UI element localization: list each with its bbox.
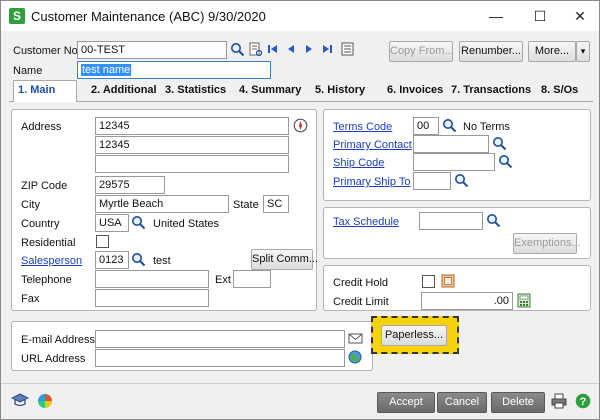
telephone-field[interactable] xyxy=(95,270,209,288)
tab-statistics[interactable]: 3. Statistics xyxy=(161,81,230,101)
customer-no-field[interactable]: 00-TEST xyxy=(77,41,227,59)
close-button[interactable]: ✕ xyxy=(563,5,597,27)
graduation-cap-icon[interactable] xyxy=(11,393,29,409)
delete-button[interactable]: Delete xyxy=(491,392,545,413)
calculator-icon[interactable] xyxy=(517,293,531,308)
ship-code-lookup-icon[interactable] xyxy=(498,154,513,169)
country-name: United States xyxy=(153,218,220,230)
customer-maintenance-window: S Customer Maintenance (ABC) 9/30/2020 —… xyxy=(0,0,600,420)
credit-hold-label: Credit Hold xyxy=(333,277,389,289)
ext-field[interactable] xyxy=(233,270,271,288)
previous-record-icon[interactable] xyxy=(285,43,297,55)
primary-ship-to-field[interactable] xyxy=(413,172,451,190)
country-lookup-icon[interactable] xyxy=(131,215,146,230)
city-label: City xyxy=(21,199,40,211)
state-label: State xyxy=(233,199,259,211)
name-label: Name xyxy=(13,65,43,77)
name-value: test name xyxy=(81,64,132,76)
first-record-icon[interactable] xyxy=(267,43,279,55)
tax-schedule-lookup-icon[interactable] xyxy=(486,213,501,228)
primary-ship-to-lookup-icon[interactable] xyxy=(454,173,469,188)
terms-lookup-icon[interactable] xyxy=(442,118,457,133)
credit-hold-memo-icon[interactable] xyxy=(441,274,455,288)
address-line1-field[interactable]: 12345 xyxy=(95,117,289,135)
svg-text:?: ? xyxy=(580,396,587,408)
tab-strip-line xyxy=(9,101,593,102)
customer-lookup-icon[interactable] xyxy=(230,42,245,57)
email-envelope-icon[interactable] xyxy=(348,332,363,345)
tax-schedule-field[interactable] xyxy=(419,212,483,230)
country-code-field[interactable]: USA xyxy=(95,214,129,232)
salesperson-link[interactable]: Salesperson xyxy=(21,255,82,267)
residential-checkbox[interactable] xyxy=(96,235,109,248)
salesperson-name: test xyxy=(153,255,171,267)
split-comm-button[interactable]: Split Comm... xyxy=(251,249,318,270)
credit-limit-label: Credit Limit xyxy=(333,296,389,308)
color-wheel-icon[interactable] xyxy=(37,393,53,409)
map-compass-icon[interactable] xyxy=(293,118,308,133)
web-globe-icon[interactable] xyxy=(348,350,362,364)
primary-contact-field[interactable] xyxy=(413,135,489,153)
record-view-icon[interactable] xyxy=(248,42,263,57)
primary-contact-link[interactable]: Primary Contact xyxy=(333,139,412,151)
tab-history[interactable]: 5. History xyxy=(311,81,369,101)
next-record-icon[interactable] xyxy=(303,43,315,55)
help-icon[interactable]: ? xyxy=(575,393,591,409)
zip-code-field[interactable]: 29575 xyxy=(95,176,165,194)
renumber-button[interactable]: Renumber... xyxy=(459,41,523,62)
credit-hold-checkbox[interactable] xyxy=(422,275,435,288)
exemptions-button[interactable]: Exemptions... xyxy=(513,233,581,254)
zip-code-label: ZIP Code xyxy=(21,180,68,192)
window-title: Customer Maintenance (ABC) 9/30/2020 xyxy=(31,9,266,24)
ship-code-link[interactable]: Ship Code xyxy=(333,157,384,169)
tab-additional[interactable]: 2. Additional xyxy=(87,81,161,101)
url-address-label: URL Address xyxy=(21,353,86,365)
primary-contact-lookup-icon[interactable] xyxy=(492,136,507,151)
terms-description: No Terms xyxy=(463,121,510,133)
fax-field[interactable] xyxy=(95,289,209,307)
fax-label: Fax xyxy=(21,293,40,305)
terms-code-link[interactable]: Terms Code xyxy=(333,121,392,133)
app-icon: S xyxy=(9,8,25,24)
more-dropdown-button[interactable]: ▾ xyxy=(576,41,590,62)
paperless-button[interactable]: Paperless... xyxy=(381,325,447,346)
copy-from-button[interactable]: Copy From... xyxy=(389,41,454,62)
cancel-button[interactable]: Cancel xyxy=(437,392,487,413)
accept-button[interactable]: Accept xyxy=(377,392,435,413)
salesperson-lookup-icon[interactable] xyxy=(131,252,146,267)
country-label: Country xyxy=(21,218,60,230)
url-address-field[interactable] xyxy=(95,349,345,367)
minimize-button[interactable]: — xyxy=(479,5,513,27)
ship-code-field[interactable] xyxy=(413,153,495,171)
customer-no-label: Customer No. xyxy=(13,45,81,57)
address-line2-field[interactable]: 12345 xyxy=(95,136,289,154)
address-line3-field[interactable] xyxy=(95,155,289,173)
more-button[interactable]: More... xyxy=(528,41,576,62)
credit-limit-field[interactable]: .00 xyxy=(421,292,513,310)
email-address-label: E-mail Address xyxy=(21,334,95,346)
salesperson-code-field[interactable]: 0123 xyxy=(95,251,129,269)
terms-code-field[interactable]: 00 xyxy=(413,117,439,135)
tab-sos[interactable]: 8. S/Os xyxy=(537,81,582,101)
state-field[interactable]: SC xyxy=(263,195,289,213)
tab-transactions[interactable]: 7. Transactions xyxy=(447,81,535,101)
last-record-icon[interactable] xyxy=(321,43,333,55)
tab-summary[interactable]: 4. Summary xyxy=(235,81,305,101)
tab-main[interactable]: 1. Main xyxy=(13,80,77,102)
address-label: Address xyxy=(21,121,62,133)
name-field[interactable]: test name xyxy=(77,61,271,79)
printer-icon[interactable] xyxy=(551,393,567,409)
maximize-button[interactable]: ☐ xyxy=(523,5,557,27)
primary-ship-to-link[interactable]: Primary Ship To xyxy=(333,176,410,188)
email-address-field[interactable] xyxy=(95,330,345,348)
record-list-icon[interactable] xyxy=(341,42,354,56)
tab-invoices[interactable]: 6. Invoices xyxy=(383,81,447,101)
telephone-label: Telephone xyxy=(21,274,72,286)
residential-label: Residential xyxy=(21,237,76,249)
city-field[interactable]: Myrtle Beach xyxy=(95,195,229,213)
ext-label: Ext xyxy=(215,274,231,286)
tax-schedule-link[interactable]: Tax Schedule xyxy=(333,216,399,228)
